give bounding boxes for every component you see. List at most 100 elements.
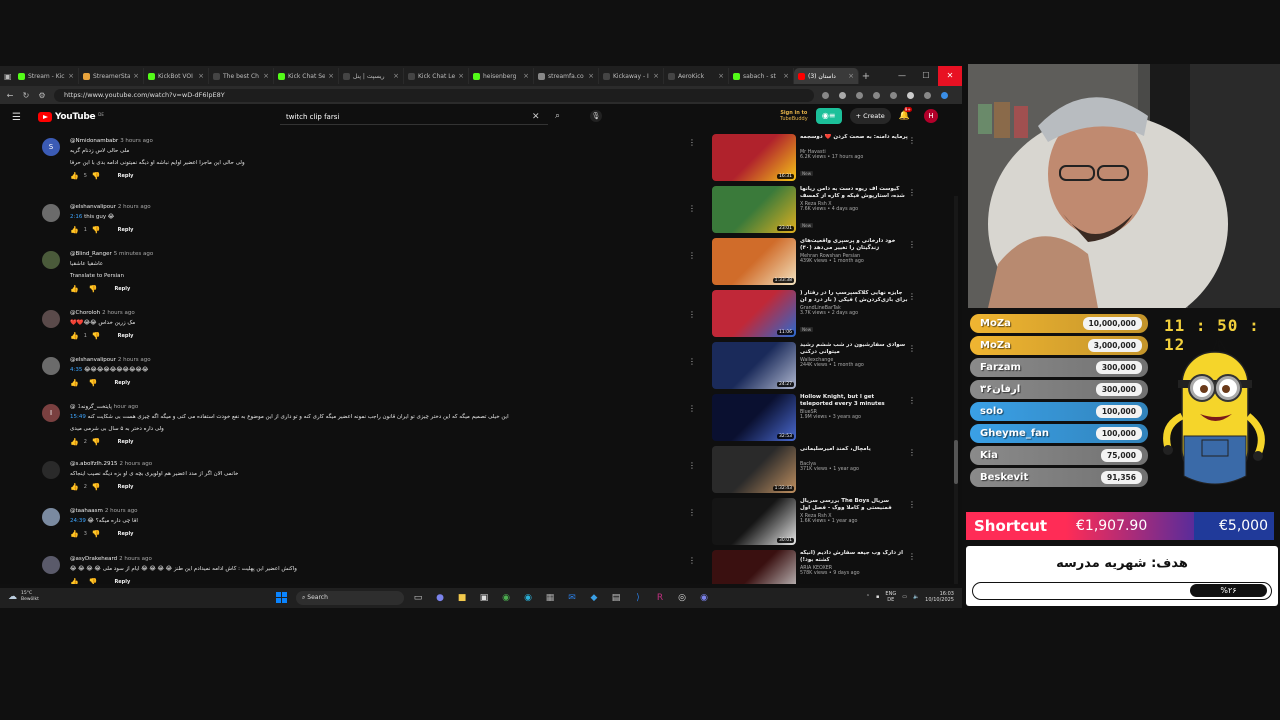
related-video[interactable]: 1:33:38 خود دارخانی و پرسپری واقعیت‌های ز… <box>712 238 952 288</box>
related-video[interactable]: 30:01 بررسی سریال The Boys سریال فمنیستی … <box>712 498 952 548</box>
comment-menu-icon[interactable]: ⋮ <box>688 204 696 213</box>
tab-close-icon[interactable]: × <box>198 72 204 80</box>
tab-close-icon[interactable]: × <box>848 72 854 80</box>
tab-list-icon[interactable]: ▣ <box>4 72 14 81</box>
taskbar-search[interactable]: ⌕ Search <box>296 591 404 605</box>
file-explorer-icon[interactable]: ■ <box>454 591 470 605</box>
dislike-icon[interactable]: 👎 <box>92 483 101 491</box>
settings-icon[interactable] <box>924 91 931 99</box>
url-field[interactable]: https://www.youtube.com/watch?v=wD-dF6lp… <box>54 88 814 102</box>
reply-button[interactable]: Reply <box>118 173 134 179</box>
outlook-icon[interactable]: ✉ <box>564 591 580 605</box>
video-menu-icon[interactable]: ⋮ <box>908 500 916 509</box>
dislike-icon[interactable]: 👎 <box>89 285 98 293</box>
volume-icon[interactable]: 🔈 <box>913 594 919 600</box>
video-title[interactable]: گیوست اف ریوه دست به دامن ریانها شده، اس… <box>800 186 908 200</box>
browser-tab[interactable]: Kick Chat Se × <box>274 68 339 84</box>
comment-author[interactable]: @Choroloh <box>70 310 100 316</box>
reply-button[interactable]: Reply <box>118 484 134 490</box>
comment-time[interactable]: 2 hours ago <box>118 204 151 210</box>
comment-avatar[interactable] <box>42 251 60 269</box>
search-input[interactable]: twitch clip farsi <box>280 113 532 121</box>
like-icon[interactable]: 👍 <box>70 226 79 234</box>
like-icon[interactable]: 👍 <box>70 172 79 180</box>
windows-start-icon[interactable] <box>276 592 287 603</box>
reload-icon[interactable]: ↻ <box>22 91 30 100</box>
comment-author[interactable]: @taahaasm <box>70 508 103 514</box>
comment-author[interactable]: @Nmidonambabr <box>70 138 118 144</box>
like-icon[interactable]: 👍 <box>70 483 79 491</box>
video-title[interactable]: خود دارخانی و پرسپری واقعیت‌های زندگیتان… <box>800 238 908 252</box>
weather-widget[interactable]: ☁ 15°C Bewölkt <box>8 591 39 603</box>
vscode-icon[interactable]: ⟩ <box>630 591 646 605</box>
page-scrollbar[interactable] <box>954 196 958 584</box>
tab-close-icon[interactable]: × <box>718 72 724 80</box>
video-menu-icon[interactable]: ⋮ <box>908 240 916 249</box>
tab-close-icon[interactable]: × <box>68 72 74 80</box>
comment-menu-icon[interactable]: ⋮ <box>688 404 696 413</box>
favorites-icon[interactable] <box>890 91 897 99</box>
like-icon[interactable]: 👍 <box>70 332 79 340</box>
like-icon[interactable]: 👍 <box>70 578 79 584</box>
youtube-logo[interactable]: YouTube DE <box>38 112 104 122</box>
tab-close-icon[interactable]: × <box>133 72 139 80</box>
app-grid-icon[interactable]: ▦ <box>542 591 558 605</box>
copilot-icon[interactable] <box>941 91 948 99</box>
video-menu-icon[interactable]: ⋮ <box>908 188 916 197</box>
comment-time[interactable]: 2 hours ago <box>119 461 152 467</box>
comment-avatar[interactable] <box>42 310 60 328</box>
comment-time[interactable]: 2 hours ago <box>118 357 151 363</box>
teams-icon[interactable]: ● <box>432 591 448 605</box>
video-menu-icon[interactable]: ⋮ <box>908 292 916 301</box>
video-menu-icon[interactable]: ⋮ <box>908 552 916 561</box>
hamburger-menu-icon[interactable]: ☰ <box>12 112 22 123</box>
browser-tab[interactable]: AeroKick × <box>664 68 729 84</box>
video-menu-icon[interactable]: ⋮ <box>908 136 916 145</box>
chrome-icon[interactable]: ◉ <box>498 591 514 605</box>
puzzle-icon[interactable] <box>873 91 880 99</box>
dislike-icon[interactable]: 👎 <box>92 530 101 538</box>
comment-author[interactable]: @Blind_Ranger <box>70 251 112 257</box>
reply-button[interactable]: Reply <box>118 227 134 233</box>
related-video[interactable]: 1:32:43 یامچال، کمند امیرسلیمانی Baclya 371… <box>712 446 952 496</box>
clear-search-icon[interactable]: ✕ <box>532 112 548 122</box>
comment-time[interactable]: 2 hours ago <box>105 508 138 514</box>
video-title[interactable]: سوادی سفارشیون در شب ششم رشید میتوانی در… <box>800 342 908 356</box>
dislike-icon[interactable]: 👎 <box>92 438 101 446</box>
video-thumbnail[interactable] <box>712 550 796 584</box>
tab-close-icon[interactable]: × <box>783 72 789 80</box>
dislike-icon[interactable]: 👎 <box>89 379 98 387</box>
search-box[interactable]: twitch clip farsi ✕ <box>280 109 548 125</box>
reply-button[interactable]: Reply <box>114 286 130 292</box>
comment-avatar[interactable] <box>42 357 60 375</box>
task-view-icon[interactable]: ▭ <box>410 591 426 605</box>
video-title[interactable]: بررسی سریال The Boys سریال فمنیستی و کام… <box>800 498 908 512</box>
browser-tab[interactable]: ریسپت | پنل × <box>339 68 404 84</box>
tab-close-icon[interactable]: × <box>523 72 529 80</box>
browser-tab[interactable]: Stream - Kic × <box>14 68 79 84</box>
browser-tab[interactable]: KickBot VOI × <box>144 68 209 84</box>
reply-button[interactable]: Reply <box>118 333 134 339</box>
tab-close-icon[interactable]: × <box>393 72 399 80</box>
extension-icon[interactable] <box>856 91 863 99</box>
related-video[interactable]: از دارک وب جیغه سفارش دادیم (انیگه کشته … <box>712 550 952 584</box>
video-thumbnail[interactable]: 23:01 <box>712 186 796 233</box>
microphone-icon[interactable]: 🎙 <box>590 110 602 122</box>
comment-menu-icon[interactable]: ⋮ <box>688 556 696 565</box>
comment-author[interactable]: @s.abolfzlh.2915 <box>70 461 117 467</box>
tab-close-icon[interactable]: × <box>653 72 659 80</box>
video-thumbnail[interactable]: 1:32:43 <box>712 446 796 493</box>
close-window-icon[interactable]: ✕ <box>938 66 962 86</box>
edge-icon[interactable]: ◉ <box>520 591 536 605</box>
comment-menu-icon[interactable]: ⋮ <box>688 251 696 260</box>
video-title[interactable]: جایزه نهایی کلاکسپرسپ را در رفتار ( برای… <box>800 290 908 304</box>
related-video[interactable]: 11:06 جایزه نهایی کلاکسپرسپ را در رفتار (… <box>712 290 952 340</box>
reply-button[interactable]: Reply <box>114 380 130 386</box>
video-thumbnail[interactable]: 32:53 <box>712 394 796 441</box>
comment-author[interactable]: @پایتخت_گرونه <box>70 404 112 410</box>
comment-author[interactable]: @elshanvalipour <box>70 204 116 210</box>
dislike-icon[interactable]: 👎 <box>92 332 101 340</box>
browser-tab[interactable]: heisenberg × <box>469 68 534 84</box>
notifications-bell-icon[interactable]: 🔔 9+ <box>899 107 912 121</box>
dislike-icon[interactable]: 👎 <box>89 578 98 584</box>
